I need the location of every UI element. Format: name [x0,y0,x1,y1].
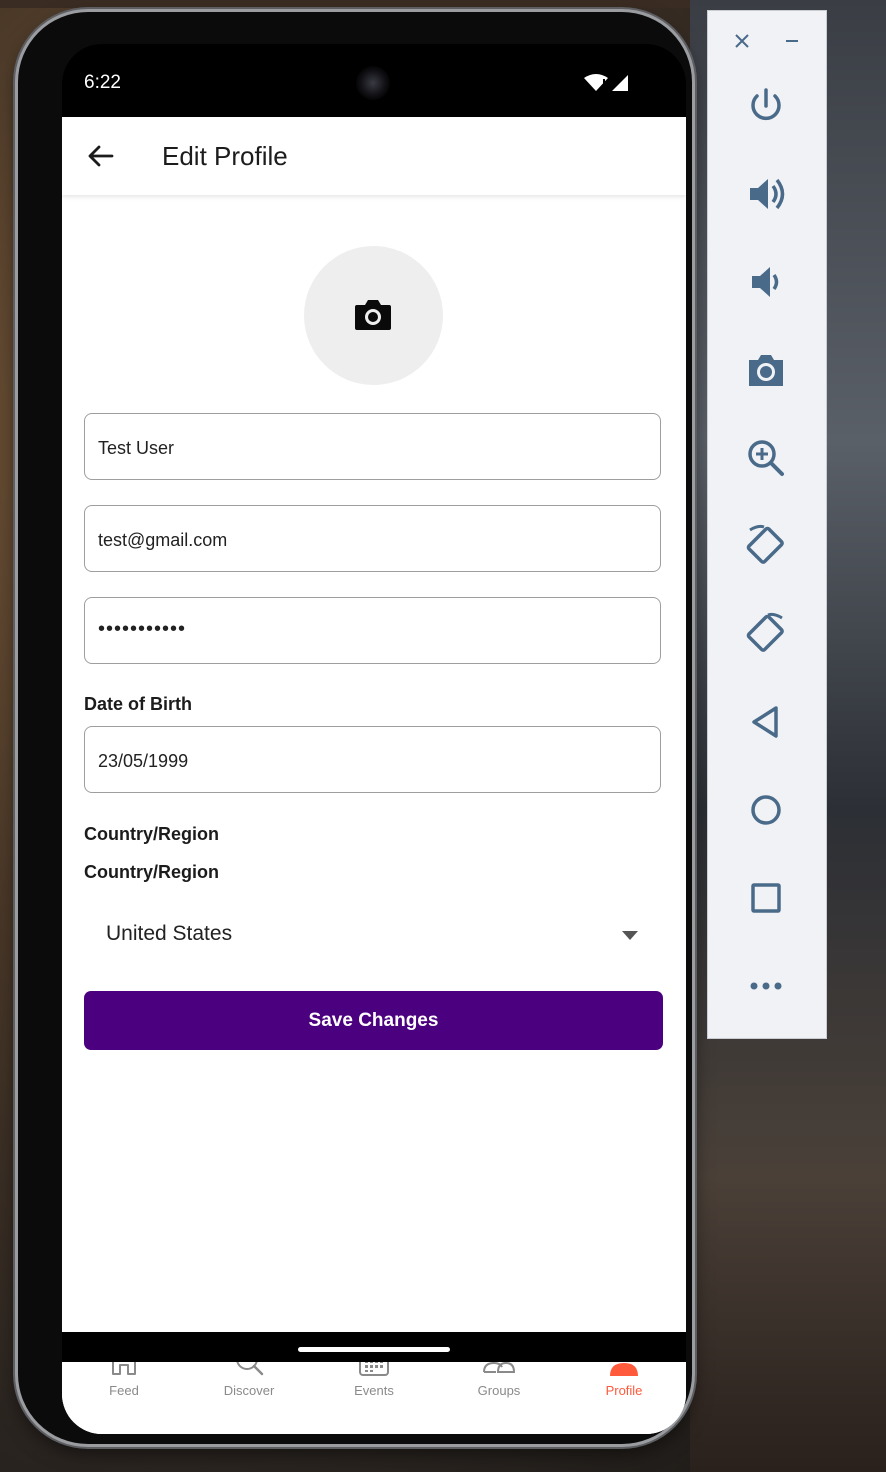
email-field[interactable]: test@gmail.com [84,505,661,572]
camera-icon [355,300,391,330]
app-content: Edit Profile Test User test@gmail.com ••… [62,117,686,1434]
nav-label-groups: Groups [477,1383,521,1398]
volume-up-icon [750,178,785,210]
password-value: ••••••••••• [98,618,187,640]
rotate-right-button[interactable] [744,612,788,656]
overview-icon [751,883,781,913]
home-circle-icon [751,795,781,825]
gesture-bar-area [62,1332,686,1362]
dob-label: Date of Birth [84,694,192,714]
rotate-left-button[interactable] [744,524,788,568]
emulator-toolbar [707,10,827,1039]
app-bar: Edit Profile [62,117,686,195]
screenshot-button[interactable] [744,348,788,392]
email-value: test@gmail.com [98,530,228,550]
country-value: United States [106,922,233,945]
dob-field[interactable]: 23/05/1999 [84,726,661,793]
rotate-right-icon [746,612,784,652]
volume-down-button[interactable] [744,260,788,304]
volume-up-button[interactable] [744,172,788,216]
power-button[interactable] [744,84,788,128]
back-nav-button[interactable] [744,700,788,744]
power-icon [751,88,781,121]
name-value: Test User [98,438,175,458]
country-label: Country/Region [84,824,219,844]
page-title: Edit Profile [162,141,288,171]
minimize-icon [786,40,798,42]
nav-label-discover: Discover [223,1383,275,1398]
screenshot-icon [749,355,783,386]
country-dropdown[interactable]: United States [84,912,661,958]
back-icon [752,706,778,738]
dob-value: 23/05/1999 [98,751,189,771]
nav-label-feed: Feed [109,1383,139,1398]
more-options-button[interactable] [744,964,788,1008]
zoom-button[interactable] [744,436,788,480]
password-field[interactable]: ••••••••••• [84,597,661,664]
nav-label-events: Events [354,1383,394,1398]
avatar-picker[interactable] [304,246,443,385]
nav-label-profile: Profile [605,1383,643,1398]
home-nav-button[interactable] [744,788,788,832]
wifi-signal-icon [584,74,628,91]
country-dropdown-label: Country/Region [84,862,219,882]
close-button[interactable] [730,29,754,53]
back-button[interactable] [82,139,118,173]
zoom-icon [748,440,784,476]
save-changes-button[interactable]: Save Changes [84,991,663,1050]
front-camera [356,66,390,100]
status-time: 6:22 [84,72,121,93]
rotate-left-icon [746,524,784,564]
dropdown-arrow-icon [622,931,638,940]
more-icon [750,982,782,990]
name-field[interactable]: Test User [84,413,661,480]
close-icon [735,34,749,48]
volume-down-icon [752,267,779,297]
minimize-button[interactable] [780,29,804,53]
phone-screen: 6:22 Edit Profile Test User test@gmail.c… [62,44,686,1434]
home-gesture-bar[interactable] [298,1347,450,1352]
overview-nav-button[interactable] [744,876,788,920]
status-bar: 6:22 [62,44,686,117]
arrow-left-icon [88,145,114,167]
